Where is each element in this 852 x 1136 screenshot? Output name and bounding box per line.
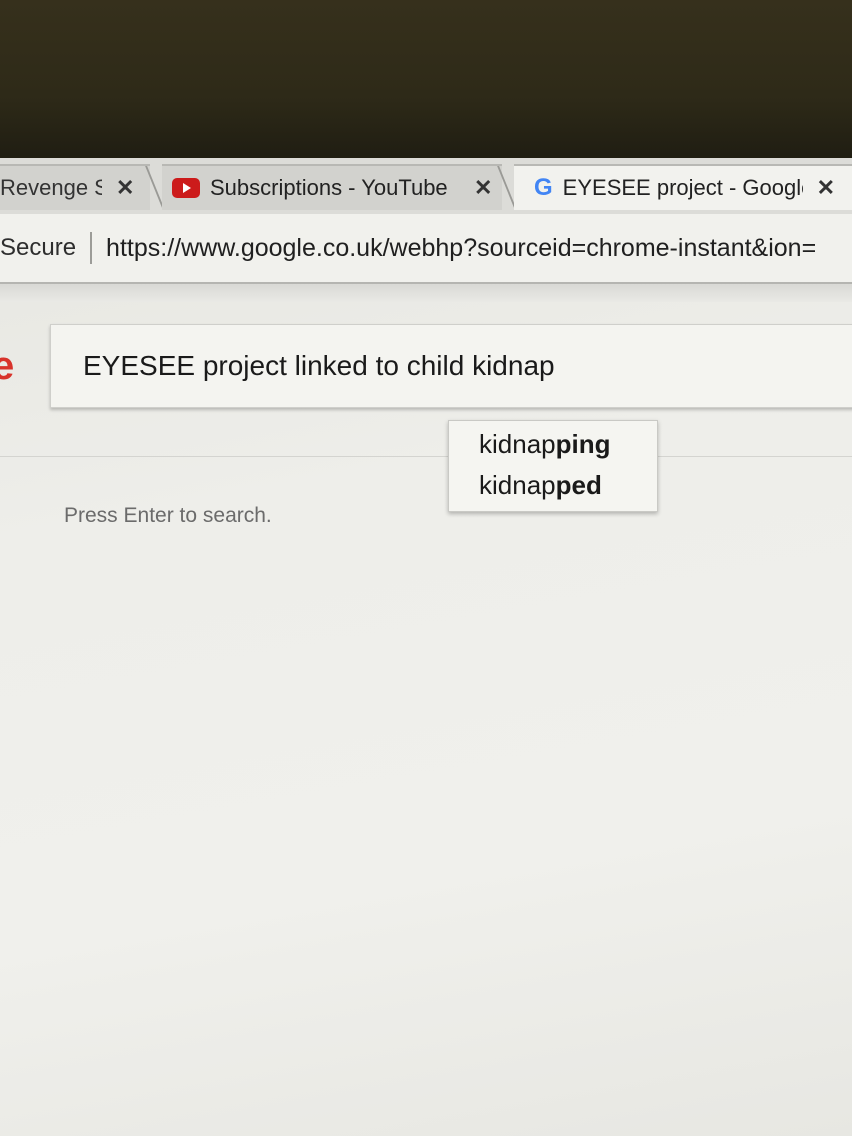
tab-subscriptions-youtube[interactable]: Subscriptions - YouTube ✕ xyxy=(162,164,502,210)
close-icon[interactable]: ✕ xyxy=(116,175,134,201)
results-divider xyxy=(0,456,852,457)
autocomplete-dropdown: kidnapping kidnapped xyxy=(448,420,658,512)
suggestion-prefix: kidnap xyxy=(479,470,556,500)
youtube-icon xyxy=(172,178,200,198)
address-divider xyxy=(90,232,93,264)
suggestion-prefix: kidnap xyxy=(479,429,556,459)
close-icon[interactable]: ✕ xyxy=(474,175,492,201)
tab-revenge[interactable]: Revenge S ✕ xyxy=(0,164,150,210)
tab-title: Subscriptions - YouTube xyxy=(210,175,448,200)
press-enter-hint: Press Enter to search. xyxy=(64,504,272,527)
monitor-bezel xyxy=(0,0,852,160)
address-bar: Secure https://www.google.co.uk/webhp?so… xyxy=(0,214,852,284)
tab-strip: Revenge S ✕ Subscriptions - YouTube ✕ G … xyxy=(0,158,852,214)
suggestion-completion: ping xyxy=(555,429,611,459)
autocomplete-item[interactable]: kidnapped xyxy=(449,466,657,507)
search-input[interactable] xyxy=(81,349,785,383)
close-icon[interactable]: ✕ xyxy=(817,175,835,201)
google-logo-fragment[interactable]: e xyxy=(0,344,20,389)
url-field[interactable]: https://www.google.co.uk/webhp?sourceid=… xyxy=(106,234,852,263)
secure-label[interactable]: Secure xyxy=(0,234,76,262)
suggestion-completion: ped xyxy=(555,470,602,500)
browser-window: Revenge S ✕ Subscriptions - YouTube ✕ G … xyxy=(0,158,852,1136)
google-g-icon: G xyxy=(534,174,553,201)
search-box[interactable] xyxy=(50,324,852,408)
tab-eyesee-google[interactable]: G EYESEE project - Google ✕ xyxy=(514,164,852,210)
tab-title: EYESEE project - Google xyxy=(562,175,803,200)
tab-title: Revenge S xyxy=(0,175,102,200)
autocomplete-item[interactable]: kidnapping xyxy=(449,425,657,466)
toolbar-shadow xyxy=(0,284,852,302)
